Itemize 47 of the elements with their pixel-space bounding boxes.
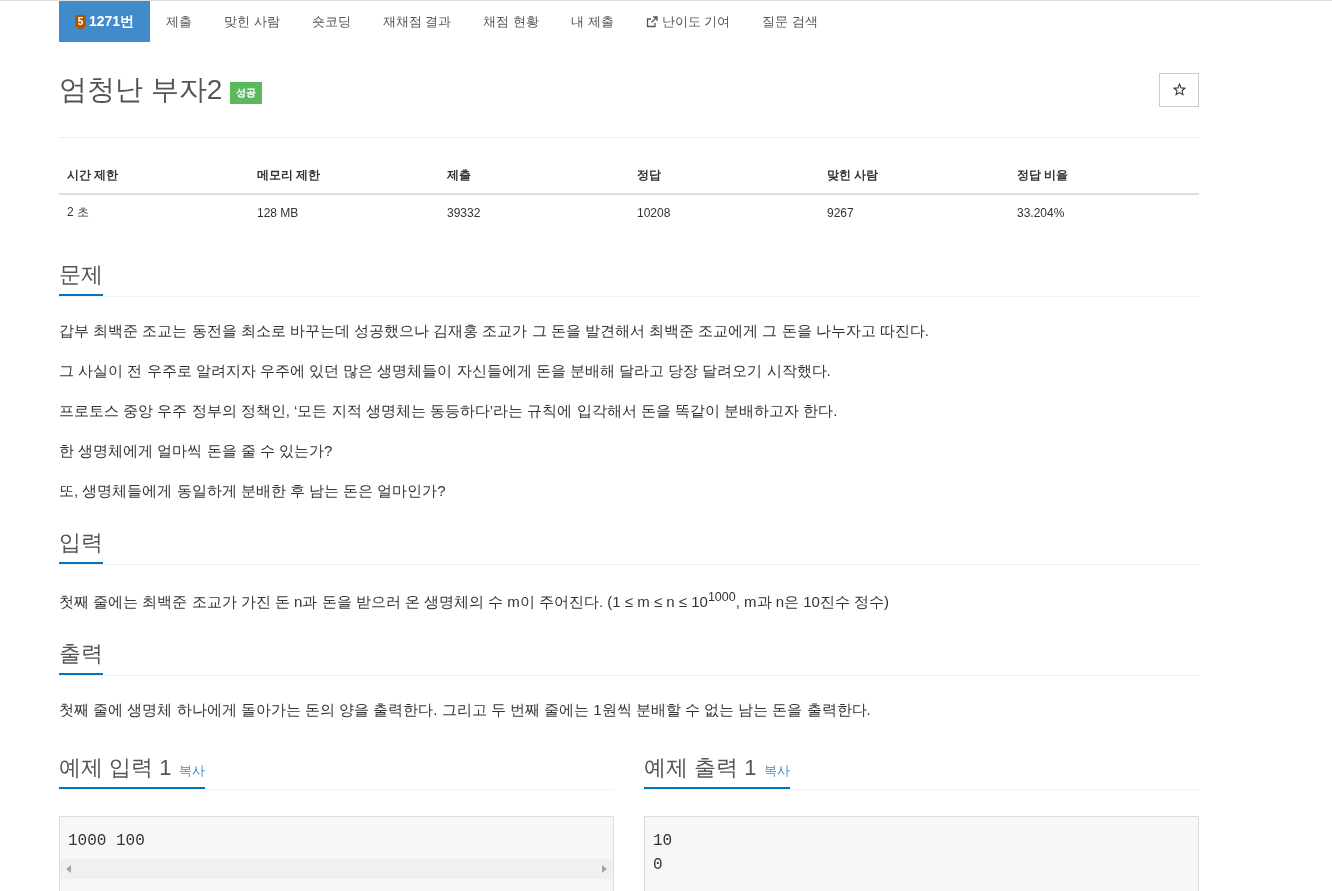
nav-tab[interactable]: 숏코딩 — [295, 1, 367, 42]
tier-badge-icon: 5 — [75, 14, 86, 29]
copy-link[interactable]: 복사 — [764, 762, 791, 780]
column-header: 정답 — [629, 158, 819, 194]
nav-tab[interactable]: 난이도 기여 — [629, 1, 747, 42]
problem-tab[interactable]: 5 1271번 — [59, 1, 151, 42]
code-line: 0 — [653, 855, 664, 876]
sample-heading: 예제 입력 1 — [59, 754, 172, 782]
paragraph: 첫째 줄에는 최백준 조교가 가진 돈 n과 돈을 받으러 온 생명체의 수 m이 주어진다. (1 ≤ m ≤ n ≤ 10$^{1000}$, m과 n은 10진수 정수) — [59, 591, 891, 609]
column-header: 시간 제한 — [59, 158, 249, 194]
code-line: 1000 100 — [68, 831, 146, 852]
paragraph: 한 생명체에게 얼마씩 돈을 줄 수 있는가? — [59, 443, 334, 458]
table-cell: 9267 — [819, 194, 1009, 230]
nav-tab[interactable]: 채점 현황 — [467, 1, 556, 42]
paragraph: 갑부 최백준 조교는 동전을 최소로 바꾸는데 성공했으나 김재홍 조교가 그 돈을 발견해서 최백준 조교에게 그 돈을 나누자고 따진다. — [59, 323, 930, 338]
column-header: 정답 비율 — [1009, 158, 1199, 194]
status-label: 성공 — [230, 81, 263, 104]
section-heading: 입력 — [59, 528, 103, 564]
table-cell: 33.204% — [1009, 194, 1199, 230]
column-header: 제출 — [439, 158, 629, 194]
nav-tab[interactable]: 제출 — [150, 1, 209, 42]
horizontal-scrollbar[interactable] — [60, 859, 613, 879]
problem-title: 엄청난 부자2 — [59, 72, 223, 107]
scroll-right-icon[interactable] — [601, 865, 607, 873]
table-cell: 128 MB — [249, 194, 439, 230]
copy-link[interactable]: 복사 — [179, 762, 206, 780]
paragraph: 또, 생명체들에게 동일하게 분배한 후 남는 돈은 얼마인가? — [59, 483, 447, 498]
table-cell: 2 초 — [59, 194, 249, 230]
paragraph: 첫째 줄에 생명체 하나에게 돌아가는 돈의 양을 출력한다. 그리고 두 번째 줄에는 1원씩 분배할 수 없는 남는 돈을 출력한다. — [59, 702, 872, 717]
external-link-icon — [645, 15, 658, 28]
nav-tab[interactable]: 맞힌 사람 — [208, 1, 296, 42]
paragraph: 그 사실이 전 우주로 알려지자 우주에 있던 많은 생명체들이 자신들에게 돈을 분배해 달라고 당장 달려오기 시작했다. — [59, 363, 832, 378]
star-icon — [1172, 83, 1186, 96]
section-heading: 출력 — [59, 639, 103, 675]
sample-heading: 예제 출력 1 — [644, 754, 757, 782]
column-header: 맞힌 사람 — [819, 158, 1009, 194]
column-header: 메모리 제한 — [249, 158, 439, 194]
nav-tab[interactable]: 내 제출 — [555, 1, 630, 42]
scroll-left-icon[interactable] — [66, 865, 72, 873]
nav-tab[interactable]: 재채점 결과 — [366, 1, 468, 42]
table-cell: 39332 — [439, 194, 629, 230]
code-line: 10 — [653, 831, 674, 852]
star-button[interactable] — [1159, 72, 1199, 107]
nav-tab[interactable]: 질문 검색 — [746, 1, 834, 42]
paragraph: 프로토스 중앙 우주 정부의 정책인, ‘모든 지적 생명체는 동등하다’라는 규칙에 입각해서 돈을 똑같이 분배하고자 한다. — [59, 403, 839, 418]
table-cell: 10208 — [629, 194, 819, 230]
section-heading: 문제 — [59, 260, 103, 296]
